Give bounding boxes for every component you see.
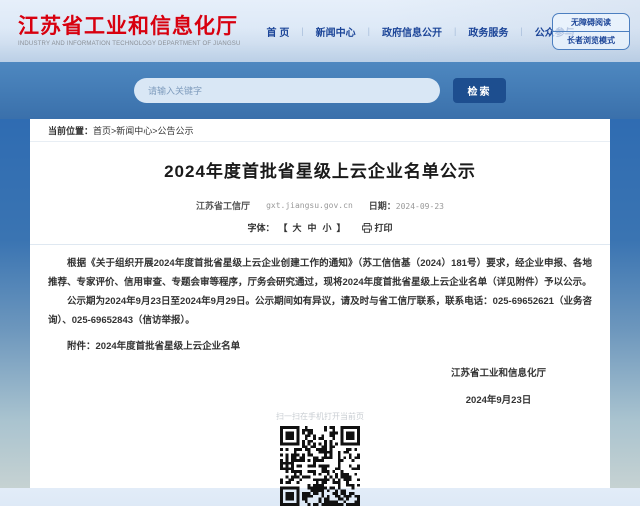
attachment-link[interactable]: 2024年度首批省星级上云企业名单 <box>96 341 241 352</box>
font-size-medium[interactable]: 中 <box>307 221 316 234</box>
main-nav: 首 页 新闻中心 政府信息公开 政务服务 公众参与 <box>267 24 575 39</box>
qr-section: 扫一扫在手机打开当前页 <box>48 406 592 506</box>
content-card: 当前位置：首页>新闻中心>公告公示 2024年度首批省星级上云企业名单公示 江苏… <box>30 119 610 488</box>
font-size-label: 字体： <box>247 221 274 234</box>
article-body: 根据《关于组织开展2024年度首批省星级上云企业创建工作的通知》（苏工信信基（2… <box>30 245 610 506</box>
breadcrumb-prefix: 当前位置： <box>48 126 93 136</box>
site-logo-title: 江苏省工业和信息化厅 <box>18 15 241 39</box>
bracket-open: 【 <box>278 221 287 234</box>
article-meta: 江苏省工信厅 gxt.jiangsu.gov.cn 日期：2024-09-23 <box>30 199 610 212</box>
article-paragraph-2: 公示期为2024年9月23日至2024年9月29日。公示期间如有异议，请及时与省… <box>48 292 592 330</box>
article-date: 日期：2024-09-23 <box>369 199 444 212</box>
article-site-url: gxt.jiangsu.gov.cn <box>266 201 353 210</box>
qr-code <box>280 426 360 506</box>
nav-item-home[interactable]: 首 页 <box>267 24 290 39</box>
search-band: 检索 <box>0 62 640 119</box>
site-logo-subtitle: INDUSTRY AND INFORMATION TECHNOLOGY DEPA… <box>18 41 241 47</box>
search-input[interactable] <box>134 78 440 103</box>
search-button[interactable]: 检索 <box>453 78 506 103</box>
site-header: 江苏省工业和信息化厅 INDUSTRY AND INFORMATION TECH… <box>0 0 640 62</box>
nav-item-gov-info[interactable]: 政府信息公开 <box>382 24 442 39</box>
printer-icon <box>362 223 372 233</box>
font-size-large[interactable]: 大 <box>292 221 301 234</box>
accessibility-box: 无障碍阅读 长者浏览模式 <box>552 13 630 50</box>
font-size-small[interactable]: 小 <box>323 221 332 234</box>
accessibility-reading-button[interactable]: 无障碍阅读 <box>553 14 629 31</box>
page-title: 2024年度首批省星级上云企业名单公示 <box>30 157 610 182</box>
article-date-label: 日期： <box>369 201 396 211</box>
font-controls: 字体： 【大中小】 打印 <box>30 221 610 234</box>
attachment-label: 附件： <box>67 341 96 352</box>
site-logo[interactable]: 江苏省工业和信息化厅 INDUSTRY AND INFORMATION TECH… <box>18 15 241 47</box>
article-paragraph-1: 根据《关于组织开展2024年度首批省星级上云企业创建工作的通知》（苏工信信基（2… <box>48 254 592 292</box>
article-source: 江苏省工信厅 <box>196 199 250 212</box>
signature-date: 2024年9月23日 <box>451 392 546 406</box>
nav-item-news[interactable]: 新闻中心 <box>316 24 356 39</box>
print-label: 打印 <box>375 221 393 234</box>
attachment-row: 附件：2024年度首批省星级上云企业名单 <box>48 338 592 352</box>
article-date-value: 2024-09-23 <box>396 202 444 211</box>
qr-caption: 扫一扫在手机打开当前页 <box>48 411 592 422</box>
bracket-close: 】 <box>337 221 346 234</box>
nav-item-gov-services[interactable]: 政务服务 <box>468 24 508 39</box>
breadcrumb: 当前位置：首页>新闻中心>公告公示 <box>30 119 610 142</box>
elder-mode-button[interactable]: 长者浏览模式 <box>553 31 629 49</box>
breadcrumb-path[interactable]: 首页>新闻中心>公告公示 <box>93 126 194 136</box>
signature-name: 江苏省工业和信息化厅 <box>451 365 546 379</box>
print-button[interactable]: 打印 <box>362 221 393 234</box>
signature-block: 江苏省工业和信息化厅 2024年9月23日 <box>451 365 546 406</box>
